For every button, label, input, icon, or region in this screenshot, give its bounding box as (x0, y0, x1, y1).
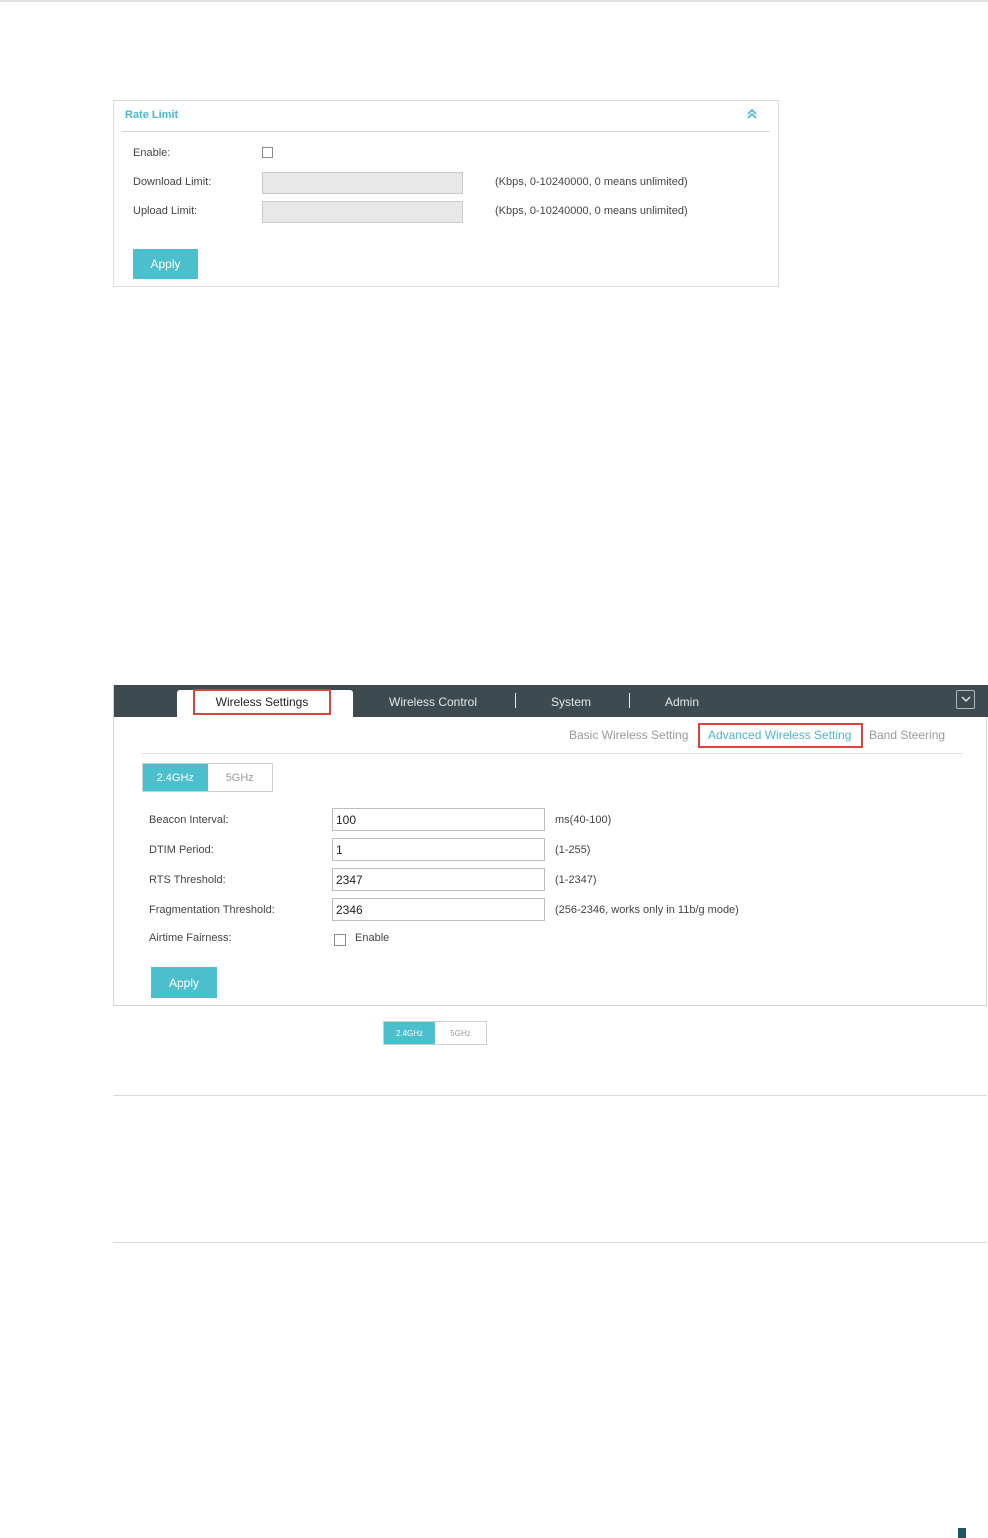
airtime-fairness-label: Airtime Fairness: (149, 932, 232, 944)
top-nav-bar: Wireless Settings Wireless Control Syste… (114, 685, 988, 717)
divider-rule (113, 1095, 987, 1096)
top-rule (0, 0, 988, 2)
panel-divider (122, 131, 770, 132)
divider-rule (113, 1242, 987, 1243)
nav-separator (629, 693, 630, 708)
subnav-divider (141, 753, 963, 754)
band-2-4ghz-button[interactable]: 2.4GHz (384, 1022, 435, 1044)
rts-threshold-hint: (1-2347) (555, 874, 597, 886)
collapse-icon[interactable] (746, 107, 758, 121)
band-2-4ghz-button[interactable]: 2.4GHz (143, 764, 208, 791)
rts-threshold-input[interactable]: 2347 (332, 868, 545, 891)
apply-button[interactable]: Apply (151, 967, 217, 998)
fragmentation-threshold-input[interactable]: 2346 (332, 898, 545, 921)
dtim-period-hint: (1-255) (555, 844, 591, 856)
dtim-period-label: DTIM Period: (149, 844, 214, 856)
rts-threshold-label: RTS Threshold: (149, 874, 226, 886)
subnav-basic-wireless[interactable]: Basic Wireless Setting (569, 728, 688, 742)
download-limit-hint: (Kbps, 0-10240000, 0 means unlimited) (495, 176, 688, 188)
upload-limit-label: Upload Limit: (133, 205, 198, 217)
page-corner-mark (958, 1528, 966, 1538)
nav-tab-wireless-control[interactable]: Wireless Control (389, 695, 477, 709)
beacon-interval-hint: ms(40-100) (555, 814, 612, 826)
nav-dropdown-button[interactable] (956, 690, 975, 709)
airtime-fairness-checkbox[interactable] (334, 934, 346, 946)
band-toggle: 2.4GHz 5GHz (142, 763, 273, 792)
band-toggle-small: 2.4GHz 5GHz (383, 1021, 487, 1045)
apply-button[interactable]: Apply (133, 249, 198, 279)
nav-separator (515, 693, 516, 708)
fragmentation-threshold-label: Fragmentation Threshold: (149, 904, 275, 916)
rate-limit-panel: Rate Limit Enable: Download Limit: (Kbps… (113, 100, 779, 287)
upload-limit-input[interactable] (262, 201, 463, 223)
beacon-interval-input[interactable]: 100 (332, 808, 545, 831)
rate-limit-title: Rate Limit (125, 109, 179, 121)
wireless-settings-screen: Wireless Settings Wireless Control Syste… (113, 685, 988, 1006)
beacon-interval-label: Beacon Interval: (149, 814, 229, 826)
enable-checkbox[interactable] (262, 147, 273, 158)
nav-tab-system[interactable]: System (551, 695, 591, 709)
download-limit-label: Download Limit: (133, 176, 212, 188)
enable-label: Enable: (133, 147, 171, 159)
airtime-fairness-enable-label: Enable (355, 932, 390, 944)
nav-tab-wireless-settings-label: Wireless Settings (215, 695, 309, 709)
fragmentation-threshold-hint: (256-2346, works only in 11b/g mode) (555, 904, 739, 916)
upload-limit-hint: (Kbps, 0-10240000, 0 means unlimited) (495, 205, 688, 217)
nav-tab-admin[interactable]: Admin (665, 695, 699, 709)
subnav-band-steering[interactable]: Band Steering (869, 728, 945, 742)
subnav-advanced-wireless[interactable]: Advanced Wireless Setting (708, 728, 851, 742)
chevron-down-icon (961, 696, 970, 702)
dtim-period-input[interactable]: 1 (332, 838, 545, 861)
download-limit-input[interactable] (262, 172, 463, 194)
band-5ghz-button[interactable]: 5GHz (207, 764, 272, 791)
band-5ghz-button[interactable]: 5GHz (435, 1022, 486, 1044)
